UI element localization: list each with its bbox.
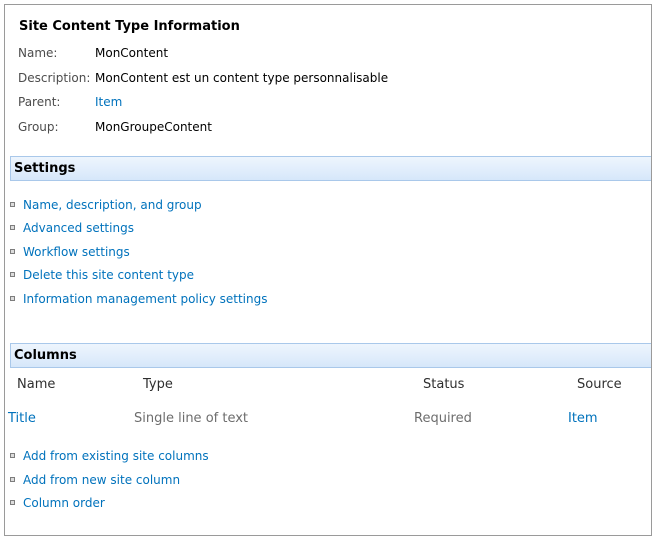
name-value: MonContent [95, 46, 169, 60]
settings-section-header: Settings [10, 156, 651, 181]
link-text[interactable]: Name, description, and group [23, 198, 202, 212]
description-label: Description: [18, 71, 91, 85]
column-header-source: Source [577, 377, 622, 392]
bullet-icon [10, 500, 15, 505]
column-row-source-link[interactable]: Item [568, 411, 598, 426]
bullet-icon [10, 225, 15, 230]
link-text[interactable]: Workflow settings [23, 245, 130, 259]
parent-link[interactable]: Item [95, 95, 122, 109]
description-value: MonContent est un content type personnal… [95, 71, 389, 85]
column-row-status: Required [414, 411, 472, 426]
settings-title: Settings [14, 161, 76, 176]
link-text[interactable]: Add from new site column [23, 473, 180, 487]
group-label: Group: [18, 120, 59, 134]
content-type-page: Site Content Type Information Name: MonC… [4, 4, 652, 536]
columns-title: Columns [14, 348, 77, 363]
bullet-icon [10, 202, 15, 207]
columns-section-header: Columns [10, 343, 651, 368]
link-text[interactable]: Add from existing site columns [23, 449, 209, 463]
bullet-icon [10, 453, 15, 458]
bullet-icon [10, 272, 15, 277]
column-row-name-link[interactable]: Title [8, 411, 36, 426]
column-header-type: Type [143, 377, 173, 392]
column-header-name: Name [17, 377, 56, 392]
parent-label: Parent: [18, 95, 61, 109]
column-row-type: Single line of text [134, 411, 249, 426]
group-value: MonGroupeContent [95, 120, 212, 134]
link-text[interactable]: Column order [23, 496, 105, 510]
bullet-icon [10, 477, 15, 482]
link-text[interactable]: Delete this site content type [23, 268, 194, 282]
info-title: Site Content Type Information [19, 19, 240, 34]
name-label: Name: [18, 46, 58, 60]
link-text[interactable]: Information management policy settings [23, 292, 267, 306]
column-header-status: Status [423, 377, 465, 392]
bullet-icon [10, 249, 15, 254]
bullet-icon [10, 296, 15, 301]
link-text[interactable]: Advanced settings [23, 221, 134, 235]
